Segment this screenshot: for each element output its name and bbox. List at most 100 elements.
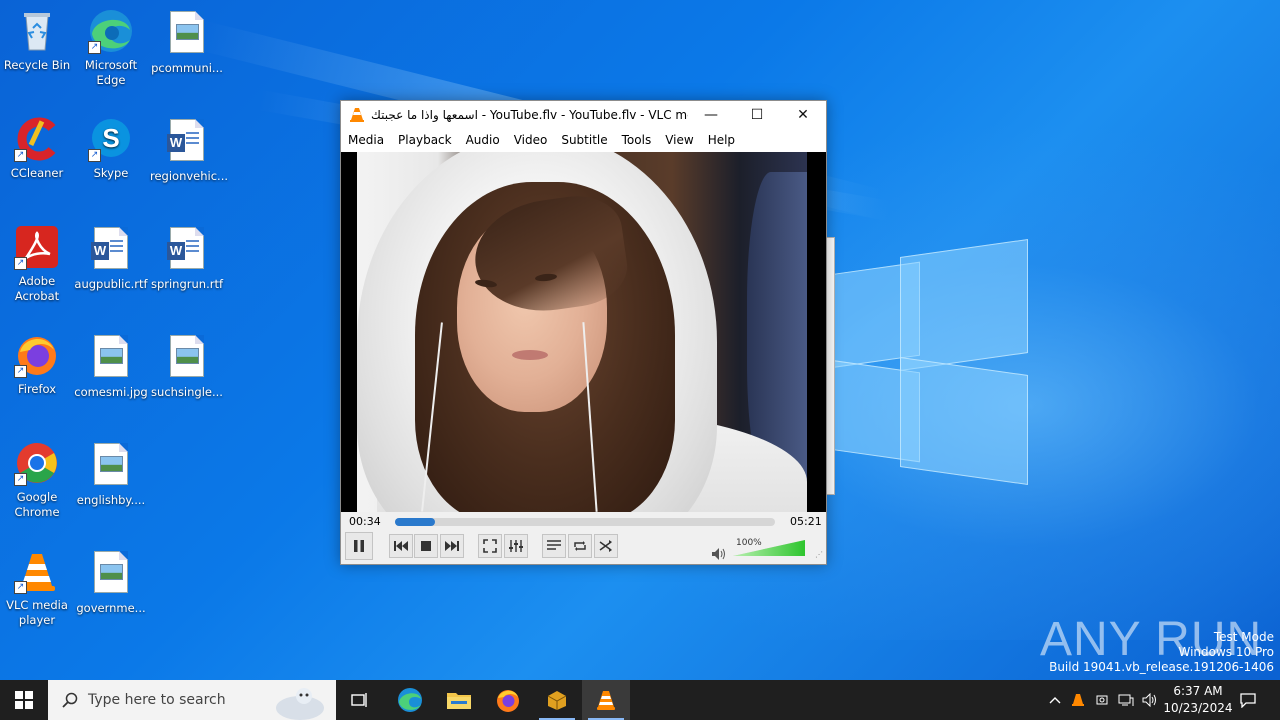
recycle-bin-icon <box>14 8 60 54</box>
shortcut-arrow-icon: ↗ <box>14 257 27 270</box>
minimize-button[interactable]: — <box>688 101 734 129</box>
speaker-icon[interactable] <box>712 548 726 560</box>
clock-date: 10/23/2024 <box>1163 701 1233 715</box>
menu-tools[interactable]: Tools <box>615 133 659 147</box>
search-placeholder: Type here to search <box>88 692 226 708</box>
shuffle-button[interactable] <box>594 534 618 558</box>
desktop-icon-vlc-media-player[interactable]: ↗ VLC media player <box>0 548 74 628</box>
vlc-menubar: Media Playback Audio Video Subtitle Tool… <box>341 129 826 151</box>
word-document-icon: W <box>88 227 134 273</box>
fullscreen-icon <box>483 539 497 553</box>
desktop-icon-governme[interactable]: governme... <box>74 548 148 616</box>
image-file-icon <box>164 335 210 381</box>
desktop-icon-adobe-acrobat[interactable]: ↗ Adobe Acrobat <box>0 224 74 304</box>
menu-audio[interactable]: Audio <box>459 133 507 147</box>
desktop-icon-pcommuni[interactable]: pcommuni... <box>150 8 224 76</box>
start-button[interactable] <box>0 680 48 720</box>
desktop-icon-regionvehic[interactable]: W regionvehic... <box>150 116 229 184</box>
action-center-button[interactable] <box>1236 680 1260 720</box>
acrobat-icon: ↗ <box>14 224 60 270</box>
folder-icon <box>447 693 471 709</box>
desktop-icon-label: CCleaner <box>10 166 64 180</box>
edge-icon: ↗ <box>88 8 134 54</box>
image-file-icon <box>164 11 210 57</box>
tray-volume-icon[interactable] <box>1140 680 1160 720</box>
loop-icon <box>574 541 586 551</box>
image-file-icon <box>88 443 134 489</box>
task-view-icon <box>351 693 367 707</box>
menu-help[interactable]: Help <box>701 133 742 147</box>
tray-overflow-chevron-icon[interactable] <box>1046 680 1064 720</box>
playlist-button[interactable] <box>542 534 566 558</box>
shuffle-icon <box>599 540 612 552</box>
taskbar-firefox[interactable] <box>484 680 532 720</box>
next-button[interactable] <box>440 534 464 558</box>
desktop-icon-springrun[interactable]: W springrun.rtf <box>150 224 224 292</box>
menu-media[interactable]: Media <box>341 133 391 147</box>
desktop-icon-label: Google Chrome <box>14 490 60 519</box>
task-view-button[interactable] <box>336 680 384 720</box>
edge-icon <box>398 688 422 712</box>
desktop-icon-google-chrome[interactable]: ↗ Google Chrome <box>0 440 74 520</box>
windows-edition-text: Windows 10 Pro <box>1178 645 1274 659</box>
pause-button[interactable] <box>345 532 373 560</box>
menu-playback[interactable]: Playback <box>391 133 459 147</box>
close-button[interactable]: ✕ <box>780 101 826 129</box>
taskbar-file-explorer[interactable] <box>435 680 483 720</box>
seek-bar[interactable] <box>395 518 775 526</box>
shortcut-arrow-icon: ↗ <box>14 581 27 594</box>
vlc-window[interactable]: اسمعها واذا ما عجبتك - YouTube.flv - You… <box>340 100 827 565</box>
desktop-icon-label: Firefox <box>17 382 57 396</box>
notification-icon <box>1240 693 1256 708</box>
taskbar-app-package[interactable] <box>533 680 581 720</box>
desktop-icon-englishby[interactable]: englishby.... <box>74 440 148 508</box>
desktop-icon-ccleaner[interactable]: ↗ CCleaner <box>0 116 74 181</box>
desktop-icon-recycle-bin[interactable]: Recycle Bin <box>0 8 74 73</box>
build-text: Build 19041.vb_release.191206-1406 <box>1049 660 1274 674</box>
tray-network-icon[interactable] <box>1116 680 1136 720</box>
volume-slider[interactable] <box>733 536 807 560</box>
taskbar-edge[interactable] <box>386 680 434 720</box>
seek-bar-progress <box>395 518 436 526</box>
stop-icon <box>421 541 431 551</box>
desktop-icon-label: regionvehic... <box>150 169 229 183</box>
desktop-icon-suchsingle[interactable]: suchsingle... <box>150 332 224 400</box>
desktop-icon-microsoft-edge[interactable]: ↗ Microsoft Edge <box>74 8 148 88</box>
taskbar-vlc[interactable] <box>582 680 630 720</box>
taskbar-search-box[interactable]: Type here to search <box>48 680 336 720</box>
desktop-icon-label: englishby.... <box>76 493 146 507</box>
extended-settings-button[interactable] <box>504 534 528 558</box>
desktop-icon-comesmi[interactable]: comesmi.jpg <box>74 332 148 400</box>
menu-view[interactable]: View <box>658 133 700 147</box>
total-time: 05:21 <box>790 515 822 528</box>
os-watermark: Test Mode Windows 10 Pro Build 19041.vb_… <box>1049 630 1274 675</box>
desktop-icon-label: Microsoft Edge <box>84 58 138 87</box>
desktop-icon-augpublic[interactable]: W augpublic.rtf <box>74 224 148 292</box>
taskbar-clock[interactable]: 6:37 AM 10/23/2024 <box>1160 683 1236 717</box>
desktop-icon-label: governme... <box>76 601 146 615</box>
elapsed-time: 00:34 <box>349 515 381 528</box>
maximize-button[interactable]: ☐ <box>734 101 780 129</box>
firefox-icon: ↗ <box>14 332 60 378</box>
resize-grip-icon[interactable]: ⋰ <box>815 550 823 559</box>
loop-button[interactable] <box>568 534 592 558</box>
image-file-icon <box>88 551 134 597</box>
video-area[interactable] <box>341 152 826 512</box>
tray-vlc-cone-icon[interactable] <box>1068 680 1088 720</box>
desktop-icon-label: Adobe Acrobat <box>14 274 60 303</box>
equalizer-icon <box>509 540 523 552</box>
fullscreen-button[interactable] <box>478 534 502 558</box>
vlc-titlebar[interactable]: اسمعها واذا ما عجبتك - YouTube.flv - You… <box>341 101 826 129</box>
tray-device-icon[interactable] <box>1092 680 1112 720</box>
previous-button[interactable] <box>389 534 413 558</box>
desktop-icon-skype[interactable]: S ↗ Skype <box>74 116 148 181</box>
menu-subtitle[interactable]: Subtitle <box>554 133 614 147</box>
desktop-icon-firefox[interactable]: ↗ Firefox <box>0 332 74 397</box>
test-mode-text: Test Mode <box>1213 630 1274 644</box>
menu-video[interactable]: Video <box>507 133 555 147</box>
svg-text:S: S <box>102 123 119 153</box>
word-document-icon: W <box>164 227 210 273</box>
video-frame <box>357 152 807 512</box>
word-document-icon: W <box>164 119 210 165</box>
stop-button[interactable] <box>414 534 438 558</box>
